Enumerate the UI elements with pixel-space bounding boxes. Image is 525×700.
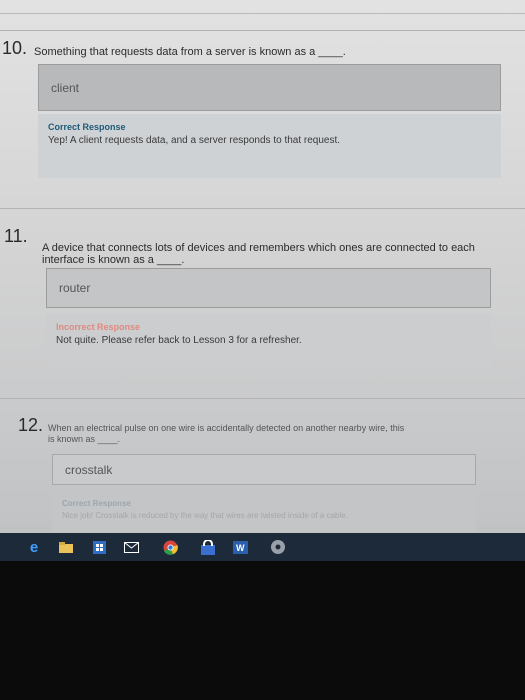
store-icon[interactable] (91, 539, 107, 555)
answer-value: crosstalk (65, 462, 113, 477)
answer-box[interactable]: client (38, 64, 501, 111)
feedback-title: Correct Response (62, 499, 131, 508)
question-divider (0, 398, 525, 399)
feedback-box: Incorrect Response Not quite. Please ref… (46, 314, 491, 370)
settings-icon[interactable] (270, 539, 286, 555)
feedback-message: Yep! A client requests data, and a serve… (48, 135, 341, 146)
taskbar: e W (0, 533, 525, 561)
feedback-box: Correct Response Yep! A client requests … (38, 114, 501, 178)
feedback-title: Incorrect Response (56, 322, 141, 332)
mail-icon[interactable] (123, 539, 139, 555)
question-text-line-2: interface is known as a ____. (42, 254, 185, 266)
edge-icon[interactable]: e (26, 539, 42, 556)
question-number: 12. (18, 415, 44, 435)
feedback-message: Nice job! Crosstalk is reduced by the wa… (62, 511, 348, 520)
svg-text:W: W (236, 543, 245, 553)
question-divider (0, 30, 525, 31)
answer-box[interactable]: crosstalk (52, 454, 476, 485)
chrome-icon[interactable] (162, 539, 178, 555)
feedback-title: Correct Response (48, 122, 126, 132)
file-explorer-icon[interactable] (58, 539, 74, 555)
feedback-message: Not quite. Please refer back to Lesson 3… (56, 335, 302, 346)
lock-icon[interactable] (200, 539, 216, 555)
word-icon[interactable]: W (232, 539, 248, 555)
question-divider (0, 208, 525, 209)
answer-value: client (51, 80, 80, 95)
question-text-line-1: A device that connects lots of devices a… (42, 242, 475, 254)
question-text-line-2: is known as ____. (48, 434, 121, 444)
top-divider (0, 13, 525, 14)
quiz-screen: 10. Something that requests data from a … (0, 0, 525, 535)
answer-box[interactable]: router (46, 268, 491, 308)
answer-value: router (59, 281, 91, 295)
question-number: 11. (4, 226, 28, 246)
feedback-box: Correct Response Nice job! Crosstalk is … (52, 492, 476, 532)
question-text: Something that requests data from a serv… (34, 46, 346, 58)
question-number: 10. (2, 38, 28, 58)
